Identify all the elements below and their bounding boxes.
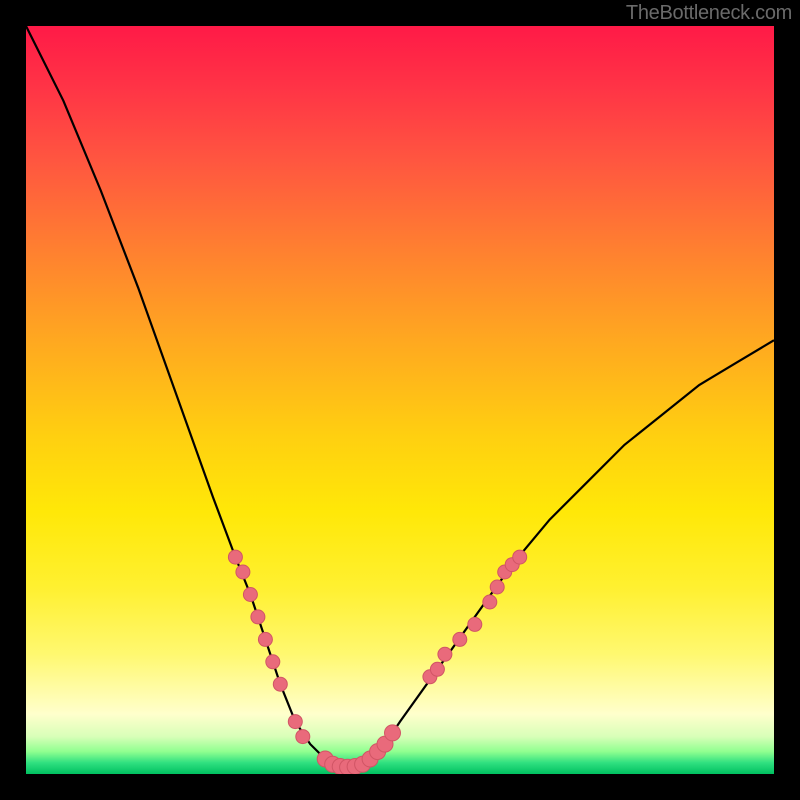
- data-marker: [251, 610, 265, 624]
- data-marker: [296, 730, 310, 744]
- watermark-text: TheBottleneck.com: [626, 2, 792, 25]
- data-marker: [453, 632, 467, 646]
- data-marker: [258, 632, 272, 646]
- data-marker: [490, 580, 504, 594]
- data-marker: [385, 725, 401, 741]
- data-marker: [243, 588, 257, 602]
- data-marker: [273, 677, 287, 691]
- data-marker: [513, 550, 527, 564]
- data-markers: [228, 550, 526, 774]
- data-marker: [468, 617, 482, 631]
- data-marker: [288, 715, 302, 729]
- bottleneck-curve: [26, 26, 774, 767]
- chart-frame: TheBottleneck.com: [0, 0, 800, 800]
- data-marker: [483, 595, 497, 609]
- data-marker: [438, 647, 452, 661]
- data-marker: [430, 662, 444, 676]
- plot-area: [26, 26, 774, 774]
- data-marker: [236, 565, 250, 579]
- curve-layer: [26, 26, 774, 774]
- data-marker: [228, 550, 242, 564]
- data-marker: [266, 655, 280, 669]
